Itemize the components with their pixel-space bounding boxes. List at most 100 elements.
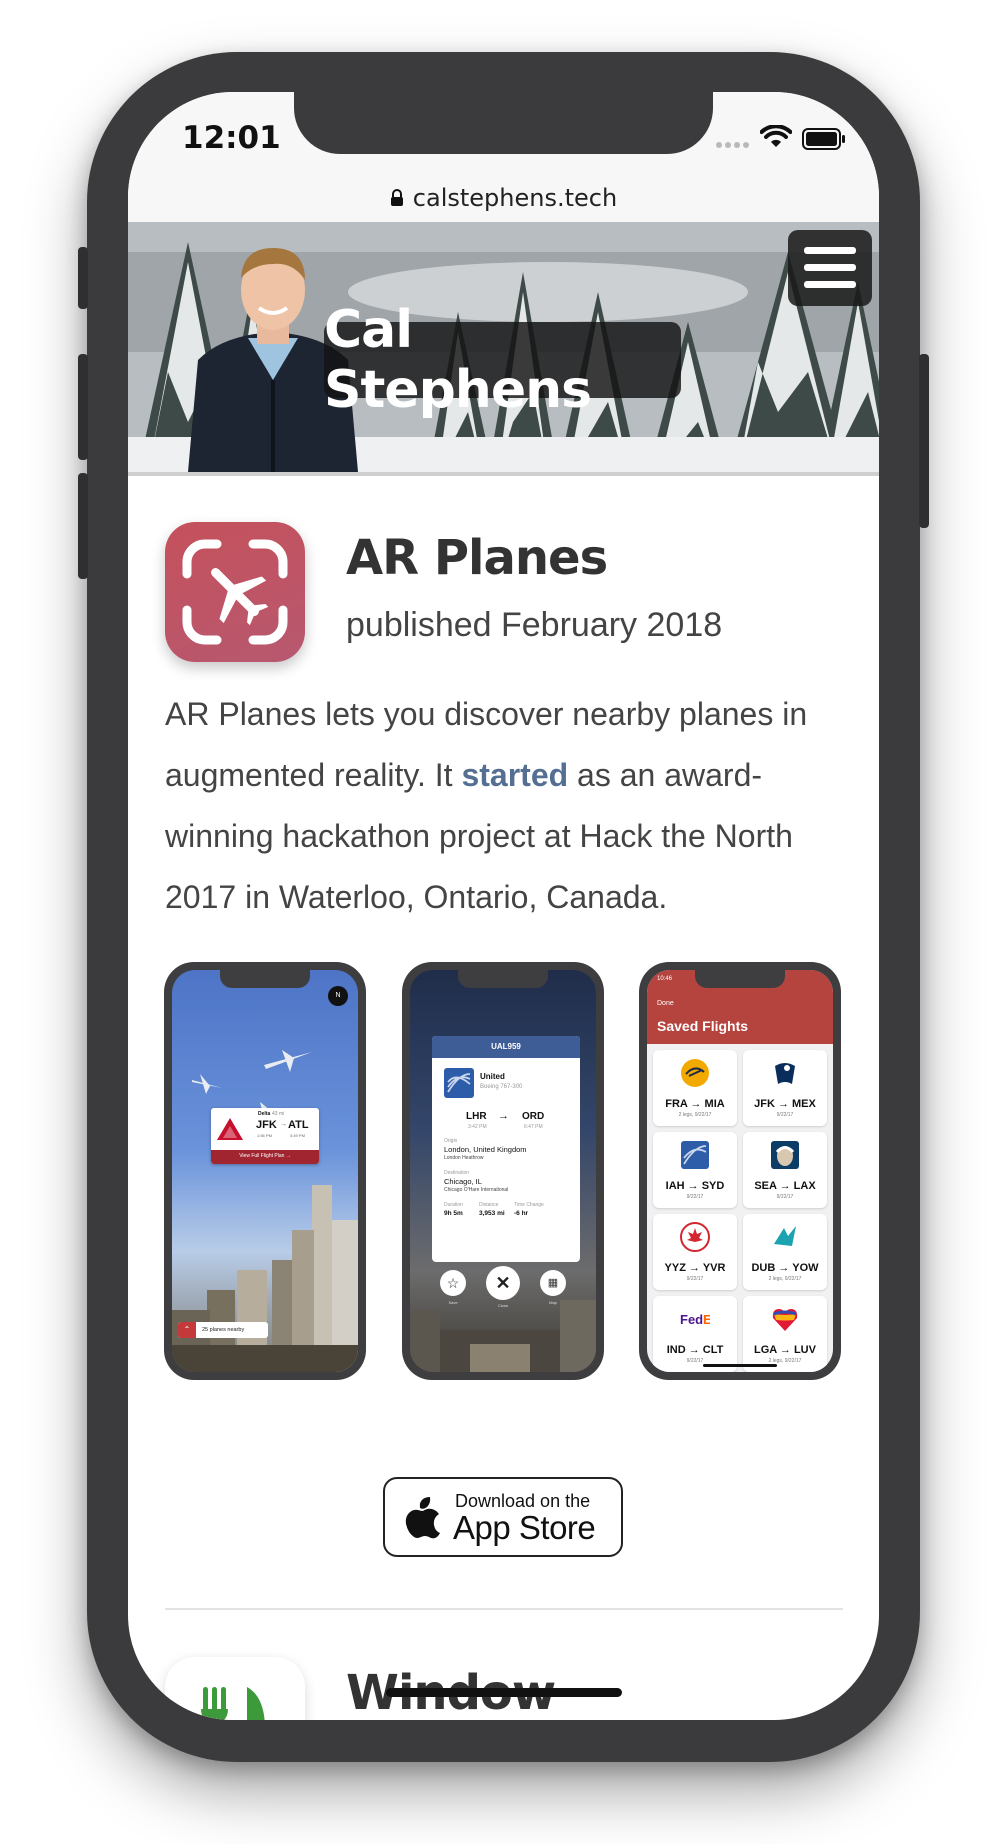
origin-city: London, United Kingdom [444, 1145, 527, 1154]
screenshot-ar-view[interactable]: N Delta 43 mi JFK → ATL 1:56 PM 3:49 PM … [164, 962, 366, 1380]
screenshot-saved-flights[interactable]: 10:46 Done Saved Flights FRA → MIA 2 legs… [639, 962, 841, 1380]
saved-flight-cell[interactable]: DUB → YOW 2 legs, 9/22/17 [743, 1214, 827, 1290]
mini-status-time: 10:46 [657, 976, 673, 982]
route-arrow: → [498, 1110, 509, 1122]
united-logo [681, 1141, 709, 1169]
saved-flights-title: Saved Flights [657, 1018, 749, 1034]
nearby-planes-pill[interactable]: ⌃ 25 planes nearby [178, 1322, 268, 1338]
arrival-time: 3:49 PM [290, 1133, 305, 1138]
volume-down-button [78, 473, 88, 579]
saved-flight-route: SEA → LAX [754, 1180, 816, 1192]
header-banner: Cal Stephens [128, 222, 879, 476]
departure-time: 3:42 PM [468, 1124, 487, 1130]
saved-flight-date: 9/22/17 [776, 1112, 794, 1118]
saved-flight-route: IND → CLT [666, 1344, 724, 1356]
flight-card[interactable]: Delta 43 mi JFK → ATL 1:56 PM 3:49 PM Vi… [211, 1108, 319, 1164]
city-skyline-photo [172, 1050, 358, 1372]
duration-label: Duration [444, 1202, 463, 1208]
mini-home-indicator [703, 1364, 777, 1367]
save-button[interactable]: ☆ [440, 1270, 466, 1296]
saved-flight-cell[interactable]: LGA → LUV 2 legs, 9/22/17 [743, 1296, 827, 1372]
battery-icon [802, 128, 845, 150]
time-change-label: Time Change [514, 1202, 544, 1208]
arrival-time: 6:47 PM [524, 1124, 543, 1130]
cellular-signal-icon [716, 142, 749, 148]
airplane-icon [182, 539, 288, 645]
aircraft-type: Boeing 767-300 [480, 1084, 523, 1090]
saved-flight-route: FRA → MIA [665, 1098, 725, 1110]
origin-label: Origin [444, 1138, 458, 1144]
delta-logo [217, 1118, 243, 1140]
compass-icon: N [328, 986, 348, 1006]
app-published-date: published February 2018 [346, 606, 723, 644]
section-divider [165, 1608, 843, 1610]
origin-airport: London Heathrow [444, 1155, 484, 1161]
screenshot-flight-detail[interactable]: UAL959 United Boeing 767-300 LHR → ORD 3… [402, 962, 604, 1380]
city-street-photo [410, 1300, 596, 1372]
airline-name: Delta [258, 1111, 271, 1117]
distance-label: Distance [479, 1202, 499, 1208]
destination-airport: Chicago O'Hare International [444, 1187, 509, 1193]
url-text[interactable]: calstephens.tech [413, 184, 617, 212]
saved-flight-date: 9/22/17 [686, 1194, 704, 1200]
saved-flight-cell[interactable]: YYZ → YVR 9/22/17 [653, 1214, 737, 1290]
alaska-logo [771, 1141, 799, 1169]
done-button[interactable]: Done [657, 1000, 674, 1007]
departure-time: 1:56 PM [257, 1133, 272, 1138]
saved-flight-route: YYZ → YVR [664, 1262, 726, 1274]
mini-notch [458, 970, 548, 988]
saved-flight-date: 9/22/17 [776, 1194, 794, 1200]
saved-flight-route: DUB → YOW [751, 1262, 819, 1274]
nearby-chevron-icon: ⌃ [178, 1322, 196, 1338]
status-time: 12:01 [182, 120, 281, 156]
mini-notch [220, 970, 310, 988]
destination-code: ORD [522, 1111, 545, 1122]
view-flight-plan-button[interactable]: View Full Flight Plan → [211, 1150, 319, 1164]
power-button [919, 354, 929, 528]
lufthansa-logo [681, 1059, 709, 1087]
saved-flight-route: LGA → LUV [754, 1344, 816, 1356]
window-app-icon[interactable] [165, 1657, 305, 1720]
address-bar[interactable]: calstephens.tech [128, 182, 879, 222]
destination-city: Chicago, IL [444, 1177, 482, 1186]
saved-flight-cell[interactable]: FRA → MIA 2 legs, 9/22/17 [653, 1050, 737, 1126]
ar-planes-app-icon[interactable] [165, 522, 305, 662]
hamburger-menu-button[interactable] [788, 230, 872, 306]
westjet-logo [774, 1226, 796, 1246]
destination-code: ATL [288, 1119, 309, 1131]
home-indicator [386, 1688, 622, 1697]
view-flight-plan-label: View Full Flight Plan → [239, 1153, 291, 1159]
origin-code: LHR [466, 1111, 487, 1122]
saved-flight-route: IAH → SYD [665, 1180, 725, 1192]
flight-number: UAL959 [491, 1042, 521, 1051]
mini-notch [695, 970, 785, 988]
fork-knife-icon [201, 1687, 265, 1720]
svg-text:Ex: Ex [703, 1312, 710, 1327]
map-button[interactable]: ▦ [540, 1270, 566, 1296]
silent-switch [78, 247, 88, 309]
nearby-planes-label: 25 planes nearby [202, 1327, 245, 1333]
fedex-logo: FedEx [680, 1312, 710, 1327]
origin-code: JFK [256, 1119, 277, 1131]
saved-flight-date: 2 legs, 9/22/17 [678, 1112, 712, 1118]
time-change-value: -6 hr [514, 1210, 529, 1217]
flight-detail-card: UAL959 United Boeing 767-300 LHR → ORD 3… [432, 1036, 580, 1262]
app-store-badge[interactable]: Download on the App Store [383, 1477, 623, 1557]
notch [294, 92, 713, 154]
saved-flight-cell[interactable]: SEA → LAX 9/22/17 [743, 1132, 827, 1208]
volume-up-button [78, 354, 88, 460]
svg-text:Fed: Fed [680, 1312, 703, 1327]
saved-flight-cell[interactable]: FedExIND → CLT9/22/17 [653, 1296, 737, 1372]
started-link[interactable]: started [461, 757, 568, 793]
phone-screen: 12:01 calstephens.tech Cal Stephens AR P… [128, 92, 879, 1720]
close-button[interactable]: ✕ [486, 1266, 520, 1300]
site-title-plate: Cal Stephens [324, 300, 681, 420]
app-title: AR Planes [346, 530, 608, 586]
saved-flight-cell[interactable]: IAH → SYD 9/22/17 [653, 1132, 737, 1208]
united-logo [444, 1068, 474, 1098]
saved-flight-cell[interactable]: JFK → MEX 9/22/17 [743, 1050, 827, 1126]
badge-big-text: App Store [453, 1509, 596, 1546]
airline-name: United [480, 1072, 505, 1081]
air-canada-logo [680, 1222, 710, 1252]
app-description: AR Planes lets you discover nearby plane… [165, 684, 855, 928]
